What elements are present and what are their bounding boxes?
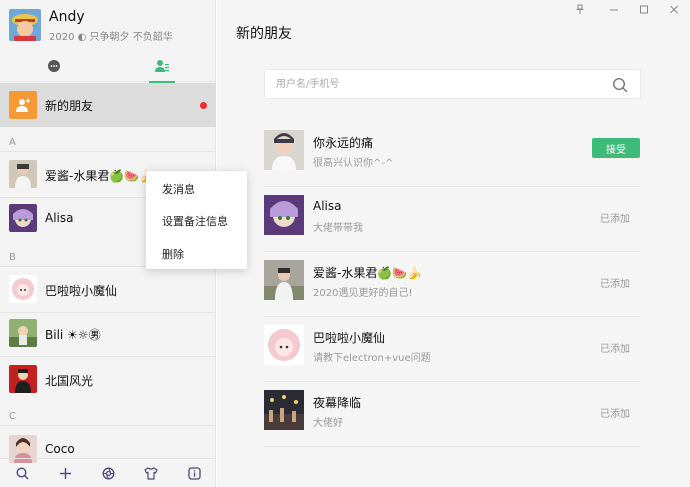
- menu-item-send-message[interactable]: 发消息: [162, 181, 195, 197]
- added-status: 已添加: [600, 344, 630, 355]
- contact-avatar: [9, 319, 37, 347]
- section-letter-c: C: [9, 411, 16, 422]
- main-panel: 新的朋友 你永远的痛 很高兴认识你^-^ 接受 Alisa 大佬带带我 已添加 …: [217, 0, 690, 487]
- new-friends-item[interactable]: 新的朋友: [0, 83, 216, 127]
- request-name: 夜幕降临: [313, 396, 362, 410]
- contacts-icon: [155, 60, 169, 72]
- profile-header: Andy 2020 ◐ 只争朝夕 不负韶华: [0, 0, 216, 48]
- menu-item-delete[interactable]: 删除: [162, 246, 184, 262]
- request-avatar[interactable]: [264, 260, 304, 300]
- search-box: [264, 69, 641, 99]
- skin-button[interactable]: [143, 465, 159, 481]
- chat-bubble-icon: [48, 60, 60, 72]
- add-button[interactable]: [57, 465, 73, 481]
- contact-name: 巴啦啦小魔仙: [45, 284, 118, 298]
- user-avatar[interactable]: [9, 9, 41, 41]
- tab-chats[interactable]: [0, 50, 108, 82]
- plus-icon: [59, 467, 71, 479]
- pin-button[interactable]: [575, 4, 585, 18]
- contact-avatar: [9, 365, 37, 393]
- new-friends-label: 新的朋友: [45, 99, 94, 113]
- request-name: Alisa: [313, 199, 342, 213]
- moments-button[interactable]: [100, 465, 116, 481]
- maximize-button[interactable]: [639, 4, 649, 18]
- request-name: 你永远的痛: [313, 136, 374, 150]
- user-name: Andy: [49, 9, 85, 25]
- tshirt-icon: [144, 466, 158, 480]
- request-avatar[interactable]: [264, 130, 304, 170]
- aperture-icon: [102, 467, 114, 479]
- section-letter-a: A: [9, 137, 16, 148]
- context-menu: 发消息 设置备注信息 删除: [146, 171, 247, 269]
- contact-name: Bili ☀☼㊚: [45, 328, 101, 342]
- added-status: 已添加: [600, 409, 630, 420]
- contact-item[interactable]: Bili ☀☼㊚: [0, 312, 216, 356]
- search-button[interactable]: [14, 465, 30, 481]
- accept-button[interactable]: 接受: [592, 138, 640, 158]
- divider: [0, 425, 216, 426]
- request-message: 2020遇见更好的自己!: [313, 288, 413, 299]
- contact-avatar: [9, 160, 37, 188]
- search-icon: [15, 466, 28, 479]
- close-icon: [670, 5, 678, 14]
- tab-contacts[interactable]: [108, 50, 216, 83]
- add-friend-icon: [9, 91, 37, 119]
- request-name: 巴啦啦小魔仙: [313, 331, 386, 345]
- pin-icon: [576, 4, 584, 14]
- minimize-icon: [610, 9, 618, 11]
- close-button[interactable]: [669, 4, 679, 18]
- request-name: 爱酱-水果君🍏🍉🍌: [313, 266, 423, 280]
- contact-name: Alisa: [45, 211, 74, 225]
- request-avatar[interactable]: [264, 390, 304, 430]
- request-message: 很高兴认识你^-^: [313, 158, 394, 169]
- about-button[interactable]: [186, 465, 202, 481]
- added-status: 已添加: [600, 279, 630, 290]
- contact-avatar: [9, 204, 37, 232]
- friend-request-row: 夜幕降临 大佬好 已添加: [264, 382, 640, 447]
- unread-dot: [200, 102, 207, 109]
- maximize-icon: [640, 5, 648, 14]
- divider: [0, 356, 216, 357]
- friend-request-row: 你永远的痛 很高兴认识你^-^ 接受: [264, 122, 640, 187]
- contact-name: 北国风光: [45, 374, 94, 388]
- section-letter-b: B: [9, 252, 16, 263]
- friend-request-row: 爱酱-水果君🍏🍉🍌 2020遇见更好的自己! 已添加: [264, 252, 640, 317]
- contact-name: 爱酱-水果君🍏🍉🍌: [45, 169, 155, 183]
- user-signature: 2020 ◐ 只争朝夕 不负韶华: [49, 32, 173, 43]
- minimize-button[interactable]: [609, 4, 619, 18]
- info-icon: [187, 466, 201, 480]
- search-input[interactable]: [276, 76, 596, 92]
- divider: [0, 151, 216, 152]
- friend-request-row: 巴啦啦小魔仙 请教下electron+vue问题 已添加: [264, 317, 640, 382]
- menu-item-set-remark[interactable]: 设置备注信息: [162, 213, 228, 229]
- page-title: 新的朋友: [236, 26, 292, 42]
- request-message: 大佬带带我: [313, 223, 363, 234]
- request-message: 大佬好: [313, 418, 343, 429]
- contact-avatar: [9, 275, 37, 303]
- request-message: 请教下electron+vue问题: [313, 353, 431, 364]
- request-avatar[interactable]: [264, 325, 304, 365]
- request-avatar[interactable]: [264, 195, 304, 235]
- contact-item[interactable]: 巴啦啦小魔仙: [0, 268, 216, 312]
- search-icon[interactable]: [612, 77, 628, 93]
- contact-item[interactable]: 北国风光: [0, 358, 216, 402]
- contact-name: Coco: [45, 442, 75, 456]
- added-status: 已添加: [600, 214, 630, 225]
- sidebar-tabs: [0, 50, 216, 83]
- friend-request-row: Alisa 大佬带带我 已添加: [264, 187, 640, 252]
- sidebar-toolbar: [0, 458, 216, 487]
